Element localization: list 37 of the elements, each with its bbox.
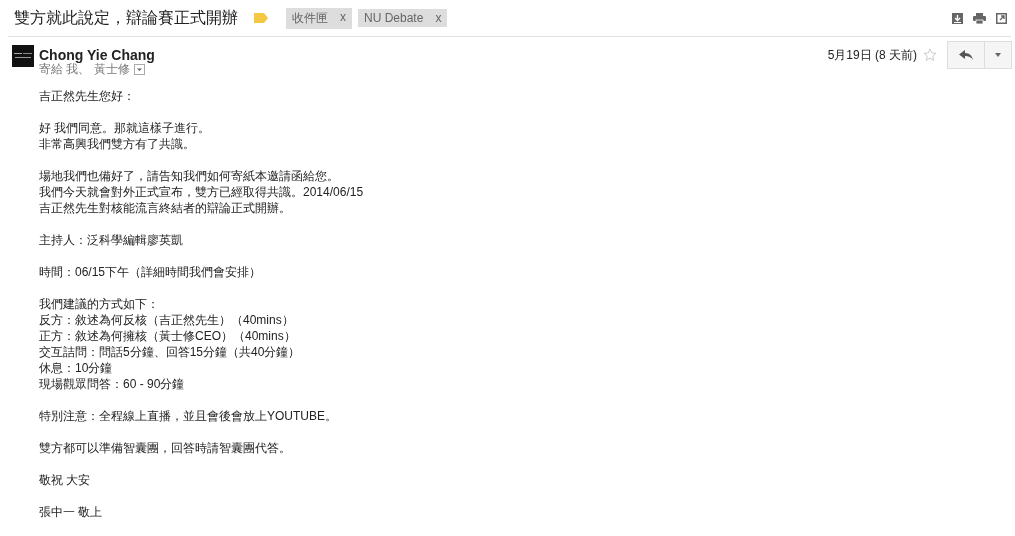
recipients-text: 寄給 我、 黃士修 — [39, 62, 130, 78]
reply-button[interactable] — [947, 41, 985, 69]
label-chip[interactable]: NU Debate x — [358, 9, 448, 27]
message-line: 正方：敘述為何擁核（黃士修CEO）（40mins） — [39, 328, 296, 344]
print-icon[interactable] — [973, 12, 986, 24]
message-line: 休息：10分鐘 — [39, 360, 113, 376]
email-subject: 雙方就此說定，辯論賽正式開辦 — [14, 7, 238, 28]
sender-name[interactable]: Chong Yie Chang — [39, 47, 155, 63]
label-text: 收件匣 — [292, 9, 328, 27]
message-line: 張中一 敬上 — [39, 504, 103, 520]
remove-label-button[interactable]: x — [340, 9, 346, 27]
label-text: NU Debate — [364, 11, 424, 25]
message-line: 時間：06/15下午（詳細時間我們會安排） — [39, 264, 262, 280]
download-icon[interactable] — [952, 12, 963, 24]
message-date: 5月19日 (8 天前) — [827, 46, 917, 64]
caret-icon — [995, 53, 1001, 57]
message-line: 我們今天就會對外正式宣布，雙方已經取得共識。2014/06/15 — [39, 184, 364, 200]
message-line: 吉正然先生對核能流言終結者的辯論正式開辦。 — [39, 200, 291, 216]
message-line: 吉正然先生您好： — [39, 88, 135, 104]
reply-icon — [959, 50, 973, 60]
remove-label-button[interactable]: x — [435, 11, 442, 25]
message-line: 現場觀眾問答：60 - 90分鐘 — [39, 376, 185, 392]
open-in-new-window-icon[interactable] — [996, 12, 1007, 24]
message-line: 特別注意：全程線上直播，並且會後會放上YOUTUBE。 — [39, 408, 337, 424]
message-line: 非常高興我們雙方有了共識。 — [39, 136, 195, 152]
message-line: 主持人：泛科學編輯廖英凱 — [39, 232, 183, 248]
dropdown-icon[interactable] — [133, 64, 145, 75]
message-line: 敬祝 大安 — [39, 472, 91, 488]
message-line: 雙方都可以準備智囊團，回答時請智囊團代答。 — [39, 440, 291, 456]
message-line: 我們建議的方式如下： — [39, 296, 159, 312]
message-line: 好 我們同意。那就這樣子進行。 — [39, 120, 211, 136]
message-line: 交互詰問：問話5分鐘、回答15分鐘（共40分鐘） — [39, 344, 301, 360]
message-line: 場地我們也備好了，請告知我們如何寄紙本邀請函給您。 — [39, 168, 339, 184]
label-marker-icon[interactable] — [254, 13, 268, 23]
label-chip[interactable]: 收件匣 x — [286, 7, 352, 29]
message-line: 反方：敘述為何反核（吉正然先生）（40mins） — [39, 312, 294, 328]
star-icon[interactable] — [923, 48, 937, 62]
